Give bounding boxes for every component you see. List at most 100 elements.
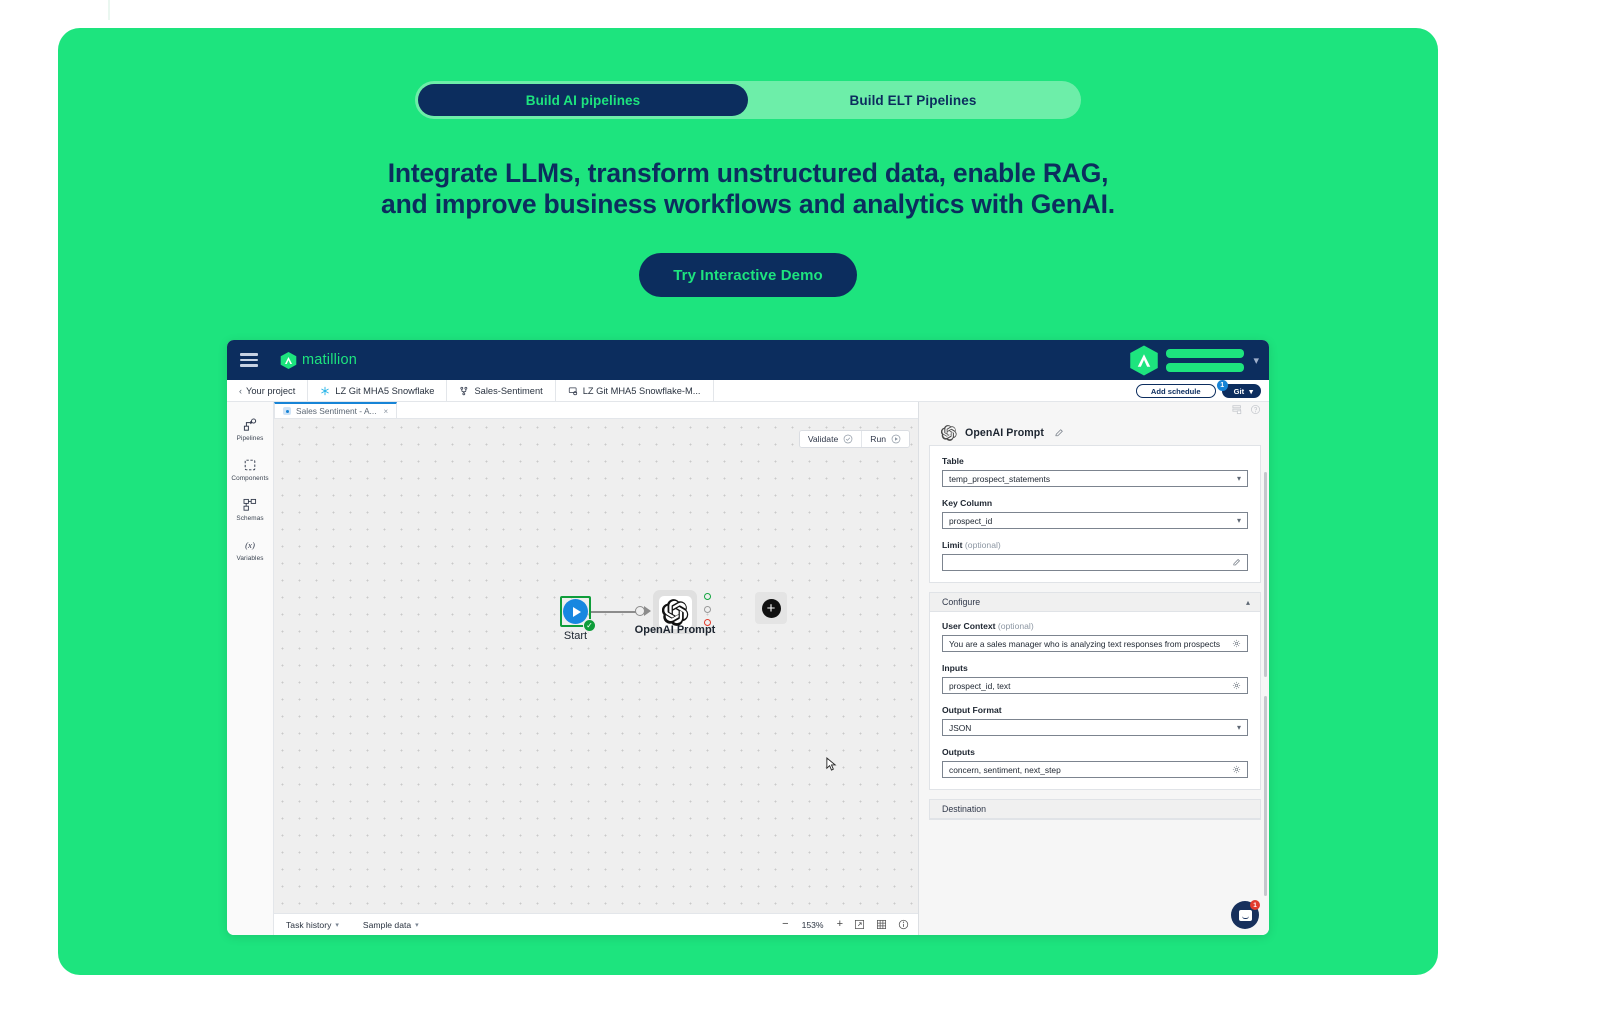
panel-main-fields-card: Table temp_prospect_statements ▾ Key Col… bbox=[929, 445, 1261, 583]
tab-sales-sentiment[interactable]: Sales Sentiment - A... × bbox=[274, 402, 398, 418]
breadcrumb-actions: Add schedule 1 Git ▾ bbox=[1135, 380, 1261, 402]
pipeline-type-toggle[interactable]: Build AI pipelines Build ELT Pipelines bbox=[415, 81, 1081, 119]
openai-icon bbox=[661, 598, 688, 626]
panel-layout-icon[interactable] bbox=[1231, 404, 1243, 415]
tab-build-elt-pipelines[interactable]: Build ELT Pipelines bbox=[748, 84, 1078, 116]
outputs-input[interactable]: concern, sentiment, next_step bbox=[942, 761, 1248, 778]
help-icon[interactable] bbox=[1250, 404, 1261, 415]
pipeline-canvas[interactable]: Validate Run ✓ Start OpenAI Prompt + bbox=[274, 419, 918, 913]
close-icon[interactable]: × bbox=[384, 407, 389, 416]
zoom-out-button[interactable]: − bbox=[782, 919, 788, 930]
run-button[interactable]: Run bbox=[861, 431, 909, 447]
breadcrumb-label: Your project bbox=[246, 385, 296, 396]
chevron-down-icon[interactable]: ▾ bbox=[1253, 354, 1259, 367]
port-success[interactable] bbox=[704, 593, 711, 600]
port-unconditional[interactable] bbox=[704, 606, 711, 613]
panel-title-row: OpenAI Prompt bbox=[929, 416, 1261, 445]
openai-prompt-node[interactable]: OpenAI Prompt bbox=[635, 590, 715, 636]
gear-icon[interactable] bbox=[1232, 639, 1241, 648]
panel-scroll-area[interactable]: OpenAI Prompt Table temp_prospect_statem… bbox=[919, 416, 1269, 935]
label-text: User Context bbox=[942, 621, 996, 631]
panel-header-bar bbox=[919, 402, 1269, 416]
label-text: Table bbox=[942, 456, 964, 466]
sidebar-item-components[interactable]: Components bbox=[227, 450, 273, 490]
sidebar-item-variables[interactable]: (x) Variables bbox=[227, 530, 273, 570]
environment-icon bbox=[568, 387, 577, 395]
info-icon[interactable] bbox=[898, 919, 909, 930]
configure-section-header[interactable]: Configure ▴ bbox=[930, 593, 1260, 612]
task-history-dropdown[interactable]: Task history ▾ bbox=[274, 920, 351, 930]
canvas-action-group: Validate Run bbox=[798, 430, 910, 448]
sidebar-item-label: Variables bbox=[236, 555, 264, 562]
field-key-column: Key Column prospect_id ▾ bbox=[930, 498, 1260, 540]
gear-icon[interactable] bbox=[1232, 681, 1241, 690]
headline-line-2: and improve business workflows and analy… bbox=[381, 189, 1115, 219]
sidebar-item-pipelines[interactable]: Pipelines bbox=[227, 410, 273, 450]
user-context-input[interactable]: You are a sales manager who is analyzing… bbox=[942, 635, 1248, 652]
zoom-in-button[interactable]: + bbox=[837, 919, 843, 930]
table-select[interactable]: temp_prospect_statements ▾ bbox=[942, 470, 1248, 487]
try-interactive-demo-button[interactable]: Try Interactive Demo bbox=[639, 253, 857, 297]
field-label: Limit (optional) bbox=[942, 540, 1248, 550]
matillion-mark-icon bbox=[280, 351, 297, 369]
tab-build-ai-pipelines[interactable]: Build AI pipelines bbox=[418, 84, 748, 116]
pencil-icon[interactable] bbox=[1232, 558, 1241, 567]
schemas-icon bbox=[243, 498, 257, 511]
openai-icon bbox=[941, 425, 957, 441]
canvas-column: Sales Sentiment - A... × Validate Run ✓ … bbox=[274, 402, 918, 935]
hamburger-icon[interactable] bbox=[240, 353, 258, 367]
panel-scrollbar-upper[interactable] bbox=[1264, 472, 1267, 677]
gear-icon[interactable] bbox=[1232, 765, 1241, 774]
inputs-input[interactable]: prospect_id, text bbox=[942, 677, 1248, 694]
chevron-down-icon: ▾ bbox=[1236, 723, 1241, 732]
panel-configure-card: Configure ▴ User Context (optional) You … bbox=[929, 592, 1261, 790]
properties-panel: OpenAI Prompt Table temp_prospect_statem… bbox=[918, 402, 1269, 935]
add-component-button[interactable]: + bbox=[755, 592, 787, 624]
chevron-up-icon: ▴ bbox=[1245, 597, 1250, 607]
breadcrumb-item-environment[interactable]: LZ Git MHA5 Snowflake-M... bbox=[556, 380, 714, 401]
canvas-bottom-bar: Task history ▾ Sample data ▾ − 153% + bbox=[274, 913, 918, 935]
fit-screen-icon[interactable] bbox=[854, 919, 865, 930]
field-value: prospect_id, text bbox=[949, 680, 1011, 691]
sample-data-dropdown[interactable]: Sample data ▾ bbox=[351, 920, 431, 930]
field-label: Inputs bbox=[942, 663, 1248, 673]
pipeline-edge bbox=[591, 611, 640, 613]
breadcrumb-item-your-project[interactable]: ‹ Your project bbox=[227, 380, 309, 401]
account-avatar-icon[interactable] bbox=[1129, 344, 1159, 377]
panel-scrollbar-lower[interactable] bbox=[1264, 696, 1267, 896]
key-column-select[interactable]: prospect_id ▾ bbox=[942, 512, 1248, 529]
field-label: User Context (optional) bbox=[942, 621, 1248, 631]
chevron-down-icon: ▾ bbox=[415, 921, 419, 929]
field-value: JSON bbox=[949, 722, 972, 733]
destination-section-header[interactable]: Destination bbox=[930, 800, 1260, 819]
components-icon bbox=[244, 459, 256, 471]
start-node[interactable]: ✓ Start bbox=[560, 596, 596, 642]
pipelines-icon bbox=[243, 418, 257, 431]
pencil-icon[interactable] bbox=[1054, 428, 1064, 438]
left-sidebar: Pipelines Components Schemas (x) Variabl… bbox=[227, 402, 274, 935]
chevron-down-icon: ▾ bbox=[1236, 516, 1241, 525]
svg-text:(x): (x) bbox=[245, 540, 255, 550]
label-text: Outputs bbox=[942, 747, 975, 757]
edge-arrow-icon bbox=[644, 606, 651, 616]
hero-section: Build AI pipelines Build ELT Pipelines I… bbox=[58, 28, 1438, 975]
breadcrumb-item-project[interactable]: LZ Git MHA5 Snowflake bbox=[308, 380, 448, 401]
brand-name: matillion bbox=[302, 352, 357, 368]
validate-button[interactable]: Validate bbox=[799, 431, 862, 447]
chevron-down-icon: ▾ bbox=[335, 921, 339, 929]
play-circle-icon bbox=[891, 434, 901, 444]
port-failure[interactable] bbox=[704, 619, 711, 626]
node-label: Start bbox=[563, 630, 588, 642]
output-format-select[interactable]: JSON ▾ bbox=[942, 719, 1248, 736]
limit-input[interactable] bbox=[942, 554, 1248, 571]
grid-icon[interactable] bbox=[876, 919, 887, 930]
sidebar-item-schemas[interactable]: Schemas bbox=[227, 490, 273, 530]
validate-label: Validate bbox=[807, 434, 839, 444]
add-schedule-button[interactable]: Add schedule bbox=[1135, 384, 1216, 398]
field-inputs: Inputs prospect_id, text bbox=[930, 663, 1260, 705]
chat-widget-button[interactable]: 1 bbox=[1231, 900, 1260, 929]
field-value: prospect_id bbox=[949, 515, 993, 526]
branch-icon bbox=[460, 386, 468, 395]
breadcrumb-item-branch[interactable]: Sales-Sentiment bbox=[447, 380, 556, 401]
sidebar-item-label: Components bbox=[231, 475, 269, 482]
